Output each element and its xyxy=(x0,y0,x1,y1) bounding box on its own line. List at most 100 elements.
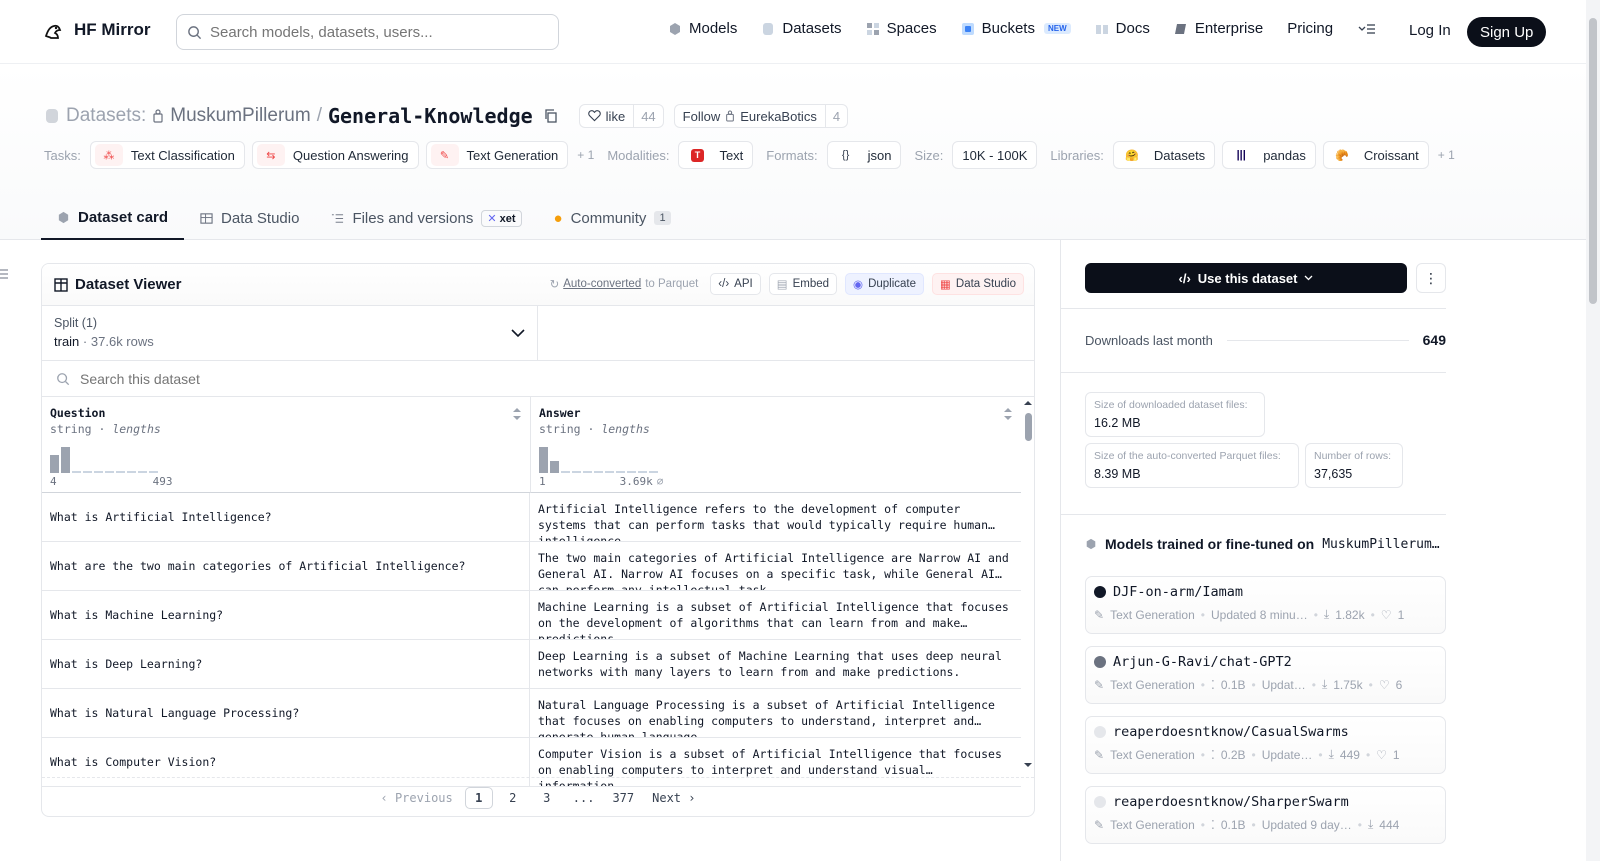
histogram-bar[interactable] xyxy=(61,447,70,473)
use-this-dataset-button[interactable]: ‹/› Use this dataset xyxy=(1085,263,1407,293)
table-row[interactable]: What is Natural Language Processing? Natu… xyxy=(42,689,1021,738)
scroll-up-icon[interactable] xyxy=(1022,399,1034,407)
like-button[interactable]: like 44 xyxy=(578,104,664,128)
page-1[interactable]: 1 xyxy=(464,786,493,809)
answer-cell[interactable]: Machine Learning is a subset of Artifici… xyxy=(530,591,1021,639)
split-select[interactable]: Split (1) train · 37.6k rows xyxy=(42,306,538,361)
page-scrollbar-thumb[interactable] xyxy=(1589,18,1597,304)
copy-icon[interactable] xyxy=(543,108,559,124)
tab-data-studio[interactable]: Data Studio xyxy=(184,196,315,240)
histogram-bar[interactable] xyxy=(561,471,570,473)
sort-icon[interactable] xyxy=(1003,407,1013,421)
model-card[interactable]: reaperdoesntknow/CasualSwarms ✎ Text Gener… xyxy=(1085,716,1446,774)
nav-buckets[interactable]: Buckets NEW xyxy=(961,20,1071,37)
more-options-button[interactable]: ⋮ xyxy=(1416,263,1446,293)
question-cell[interactable]: What is Artificial Intelligence? xyxy=(42,493,530,541)
answer-cell[interactable]: The two main categories of Artificial In… xyxy=(530,542,1021,590)
tag-size[interactable]: 10K - 100K xyxy=(952,141,1038,169)
histogram-bar[interactable] xyxy=(583,471,592,473)
sort-icon[interactable] xyxy=(512,407,522,421)
dataset-name[interactable]: General-Knowledge xyxy=(328,104,533,128)
histogram-bar[interactable] xyxy=(550,461,559,473)
question-cell[interactable]: What is Natural Language Processing? xyxy=(42,689,530,737)
column-header-question[interactable]: Question string · lengths 4 493 xyxy=(42,397,531,493)
tag-text-modality[interactable]: T Text xyxy=(678,141,754,169)
nav-spaces[interactable]: Spaces xyxy=(866,20,937,37)
scrollbar-thumb[interactable] xyxy=(1025,413,1032,441)
page-2[interactable]: 2 xyxy=(499,787,527,809)
next-page[interactable]: Next › xyxy=(646,787,701,809)
page-scrollbar[interactable] xyxy=(1586,0,1600,861)
histogram-bar[interactable] xyxy=(127,471,136,473)
question-cell[interactable]: What is Deep Learning? xyxy=(42,640,530,688)
nav-more[interactable] xyxy=(1357,22,1377,36)
histogram-bar[interactable] xyxy=(627,471,636,473)
nav-docs[interactable]: Docs xyxy=(1095,20,1150,37)
histogram-bar[interactable] xyxy=(638,471,647,473)
table-row[interactable]: What is Machine Learning? Machine Learnin… xyxy=(42,591,1021,640)
answer-cell[interactable]: Natural Language Processing is a subset … xyxy=(530,689,1021,737)
table-row[interactable]: What is Artificial Intelligence? Artifici… xyxy=(42,493,1021,542)
dataset-search[interactable] xyxy=(42,361,1034,397)
histogram-bar[interactable] xyxy=(616,471,625,473)
histogram-bar[interactable] xyxy=(572,471,581,473)
tab-community[interactable]: ● Community 1 xyxy=(538,196,687,240)
question-cell[interactable]: What are the two main categories of Arti… xyxy=(42,542,530,590)
global-search-input[interactable] xyxy=(210,23,540,41)
tab-dataset-card[interactable]: Dataset card xyxy=(41,196,185,240)
dataset-owner[interactable]: MuskumPillerum xyxy=(170,105,310,127)
nav-pricing[interactable]: Pricing xyxy=(1287,20,1333,37)
tag-text-generation[interactable]: ✎ Text Generation xyxy=(425,141,569,169)
model-card[interactable]: reaperdoesntknow/SharperSwarm ✎ Text Gener… xyxy=(1085,786,1446,844)
data-studio-button[interactable]: ▦ Data Studio xyxy=(932,273,1024,295)
column-header-answer[interactable]: Answer string · lengths 1 3.69k ⌀ xyxy=(531,397,1021,493)
answer-cell[interactable]: Artificial Intelligence refers to the de… xyxy=(530,493,1021,541)
histogram-bar[interactable] xyxy=(649,471,658,473)
nav-enterprise[interactable]: Enterprise xyxy=(1174,20,1263,37)
tag-json[interactable]: {} json xyxy=(826,141,902,169)
histogram-bar[interactable] xyxy=(50,455,59,473)
table-scrollbar[interactable] xyxy=(1022,399,1034,769)
histogram-bar[interactable] xyxy=(116,471,125,473)
duplicate-button[interactable]: ◉ Duplicate xyxy=(845,273,925,295)
model-card[interactable]: DJF-on-arm/Iamam ✎ Text Generation • Updated… xyxy=(1085,576,1446,634)
histogram-bar[interactable] xyxy=(83,471,92,473)
histogram-bar[interactable] xyxy=(605,471,614,473)
signup-button[interactable]: Sign Up xyxy=(1467,17,1547,47)
histogram-bar[interactable] xyxy=(539,447,548,473)
scroll-down-icon[interactable] xyxy=(1022,761,1034,769)
histogram-bar[interactable] xyxy=(138,471,147,473)
page-last[interactable]: 377 xyxy=(606,787,640,809)
global-search[interactable] xyxy=(176,14,559,50)
libraries-more[interactable]: + 1 xyxy=(1438,148,1455,162)
page-3[interactable]: 3 xyxy=(533,787,561,809)
embed-button[interactable]: ▤ Embed xyxy=(768,273,838,295)
login-link[interactable]: Log In xyxy=(1409,22,1451,39)
question-cell[interactable]: What is Machine Learning? xyxy=(42,591,530,639)
sidebar-toggle-icon[interactable] xyxy=(0,268,8,280)
table-row[interactable]: What is Deep Learning? Deep Learning is a… xyxy=(42,640,1021,689)
histogram-bar[interactable] xyxy=(594,471,603,473)
tag-text-classification[interactable]: ⁂ Text Classification xyxy=(89,141,245,169)
api-button[interactable]: ‹/› API xyxy=(710,273,761,295)
tag-pandas[interactable]: ||| pandas xyxy=(1222,141,1316,169)
tasks-more[interactable]: + 1 xyxy=(577,148,594,162)
model-card[interactable]: Arjun-G-Ravi/chat-GPT2 ✎ Text Generation • ⁚… xyxy=(1085,646,1446,704)
nav-datasets[interactable]: Datasets xyxy=(761,20,842,37)
table-row[interactable]: What are the two main categories of Arti… xyxy=(42,542,1021,591)
histogram-bar[interactable] xyxy=(149,471,158,473)
nav-models[interactable]: Models xyxy=(668,20,737,37)
brand[interactable]: HF Mirror xyxy=(42,18,151,42)
tag-datasets-lib[interactable]: 🤗 Datasets xyxy=(1112,141,1216,169)
histogram-bar[interactable] xyxy=(105,471,114,473)
histogram-bar[interactable] xyxy=(72,471,81,473)
histogram-bar[interactable] xyxy=(94,471,103,473)
answer-cell[interactable]: Deep Learning is a subset of Machine Lea… xyxy=(530,640,1021,688)
dataset-search-input[interactable] xyxy=(80,370,580,387)
auto-converted-link[interactable]: Auto-converted xyxy=(563,278,641,290)
tab-files-and-versions[interactable]: Files and versions ✕ xet xyxy=(315,196,537,240)
follow-button[interactable]: Follow EurekaBotics 4 xyxy=(673,104,849,128)
previous-page[interactable]: ‹ Previous xyxy=(375,787,459,809)
tag-question-answering[interactable]: ⇆ Question Answering xyxy=(251,141,419,169)
tag-croissant[interactable]: 🥐 Croissant xyxy=(1322,141,1429,169)
